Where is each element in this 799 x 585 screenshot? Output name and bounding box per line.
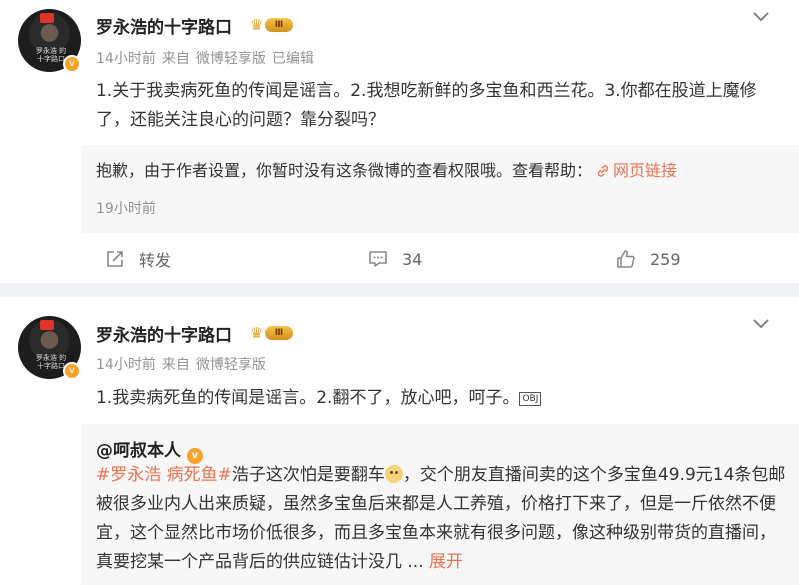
- repost-button[interactable]: 转发: [105, 247, 171, 271]
- thumbs-up-icon: [617, 250, 635, 268]
- comment-button[interactable]: 34: [368, 247, 422, 271]
- expand-link[interactable]: 展开: [429, 552, 463, 572]
- source-app[interactable]: 微博轻享版: [196, 357, 266, 373]
- quoted-post: @呵叔本人 v #罗永浩 病死鱼#浩子这次怕是要翻车 ，交个朋友直播间卖的这个多宝…: [82, 424, 799, 585]
- post-time[interactable]: 14小时前: [96, 357, 156, 373]
- verified-badge-icon: v: [63, 55, 81, 73]
- chevron-down-icon[interactable]: [752, 316, 770, 334]
- author-name[interactable]: 罗永浩的十字路口: [96, 321, 232, 346]
- post-text-content: 1.我卖病死鱼的传闻是谣言。2.翻不了，放心吧，呵子。: [96, 388, 520, 408]
- post-text: 1.我卖病死鱼的传闻是谣言。2.翻不了，放心吧，呵子。 OBJ: [96, 384, 776, 413]
- edited-label: 已编辑: [271, 51, 314, 67]
- chevron-down-icon[interactable]: [752, 9, 770, 27]
- quoted-text: #罗永浩 病死鱼#浩子这次怕是要翻车 ，交个朋友直播间卖的这个多宝鱼49.9元14…: [96, 461, 786, 577]
- author-name[interactable]: 罗永浩的十字路口: [96, 13, 232, 38]
- verified-badge-icon: v: [63, 362, 81, 380]
- permission-message: 抱歉，由于作者设置，你暂时没有这条微博的查看权限哦。查看帮助： 网页链接: [96, 157, 677, 181]
- vip-badge-icon[interactable]: ♛ Ⅲ: [250, 324, 294, 342]
- post-text: 1.关于我卖病死鱼的传闻是谣言。2.我想吃新鲜的多宝鱼和西兰花。3.你都在股道上…: [96, 81, 757, 130]
- post-meta: 14小时前 来自 微博轻享版: [96, 354, 272, 374]
- doge-emoji-icon: [384, 465, 403, 483]
- source-label: 来自: [161, 51, 190, 67]
- object-placeholder-icon: OBJ: [519, 392, 542, 406]
- web-link[interactable]: 网页链接: [592, 161, 677, 180]
- comment-icon: [369, 251, 387, 267]
- vip-badge-icon[interactable]: ♛ Ⅲ: [250, 16, 294, 34]
- post-meta: 14小时前 来自 微博轻享版 已编辑: [96, 48, 320, 68]
- repost-time[interactable]: 19小时前: [96, 198, 156, 218]
- logo-icon: [40, 13, 54, 23]
- post-card: 罗永浩 的十字路口 v 罗永浩的十字路口 ♛ Ⅲ 14小时前 来自 微博轻享版 已编辑 …: [0, 0, 799, 283]
- like-button[interactable]: 259: [616, 247, 681, 271]
- repost-box: 抱歉，由于作者设置，你暂时没有这条微博的查看权限哦。查看帮助： 网页链接 19小时…: [82, 145, 799, 233]
- repost-icon: [107, 251, 123, 267]
- action-bar: 转发 34 259: [0, 237, 799, 281]
- like-count: 259: [650, 249, 681, 269]
- source-app[interactable]: 微博轻享版: [196, 51, 266, 67]
- link-icon: [597, 165, 609, 177]
- topic-tag[interactable]: #罗永浩 病死鱼#: [96, 465, 232, 485]
- logo-icon: [40, 320, 54, 330]
- comment-count: 34: [402, 249, 423, 269]
- repost-label: 转发: [139, 251, 172, 270]
- post-time[interactable]: 14小时前: [96, 51, 156, 67]
- quoted-author[interactable]: @呵叔本人 v: [96, 436, 203, 464]
- quoted-text-a: 浩子这次怕是要翻车: [231, 465, 385, 485]
- post-card: 罗永浩 的十字路口 v 罗永浩的十字路口 ♛ Ⅲ 14小时前 来自 微博轻享版 1.我…: [0, 297, 799, 585]
- permission-text: 抱歉，由于作者设置，你暂时没有这条微博的查看权限哦。查看帮助：: [96, 161, 593, 180]
- source-label: 来自: [161, 357, 190, 373]
